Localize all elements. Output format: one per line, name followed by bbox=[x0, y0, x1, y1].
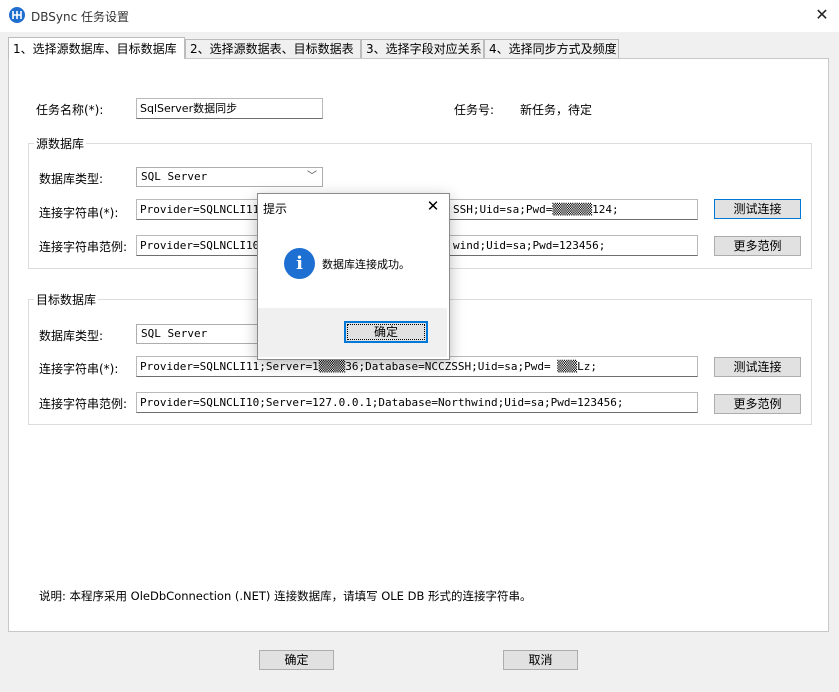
ok-button[interactable]: 确定 bbox=[259, 650, 334, 670]
source-example-text-right: wind;Uid=sa;Pwd=123456; bbox=[453, 239, 606, 252]
source-type-label: 数据库类型: bbox=[39, 172, 104, 186]
app-logo-icon bbox=[9, 7, 25, 23]
target-example-label: 连接字符串范例: bbox=[39, 397, 128, 411]
help-note: 说明: 本程序采用 OleDbConnection (.NET) 连接数据库，请… bbox=[39, 589, 532, 603]
tab-field-mapping[interactable]: 3、选择字段对应关系 bbox=[361, 39, 484, 58]
title-bar: DBSync 任务设置 ✕ bbox=[0, 0, 839, 32]
window-title: DBSync 任务设置 bbox=[31, 10, 129, 24]
tab-select-databases[interactable]: 1、选择源数据库、目标数据库 bbox=[8, 37, 185, 59]
message-dialog: 提示 ✕ i 数据库连接成功。 确定 bbox=[257, 193, 450, 360]
dialog-close-icon[interactable]: ✕ bbox=[423, 196, 443, 216]
dialog-ok-button[interactable]: 确定 bbox=[344, 321, 428, 343]
target-type-value: SQL Server bbox=[141, 327, 208, 340]
window-close-icon[interactable]: ✕ bbox=[812, 5, 832, 25]
source-test-connection-button[interactable]: 测试连接 bbox=[714, 199, 801, 219]
chevron-down-icon: ﹀ bbox=[307, 171, 317, 182]
task-id-value: 新任务，待定 bbox=[520, 103, 593, 117]
source-more-examples-button[interactable]: 更多范例 bbox=[714, 236, 801, 256]
dialog-title: 提示 bbox=[263, 202, 288, 216]
target-type-label: 数据库类型: bbox=[39, 329, 104, 343]
tab-sync-mode[interactable]: 4、选择同步方式及频度 bbox=[484, 39, 619, 58]
target-db-group-title: 目标数据库 bbox=[34, 291, 99, 308]
target-test-connection-button[interactable]: 测试连接 bbox=[714, 357, 801, 377]
tab-select-tables[interactable]: 2、选择源数据表、目标数据表 bbox=[185, 39, 361, 58]
source-type-value: SQL Server bbox=[141, 170, 208, 183]
cancel-button[interactable]: 取消 bbox=[503, 650, 578, 670]
dialog-message: 数据库连接成功。 bbox=[322, 258, 410, 271]
source-example-text-left: Provider=SQLNCLI10;S bbox=[140, 239, 273, 252]
source-db-group-title: 源数据库 bbox=[34, 135, 87, 152]
task-name-label: 任务名称(*): bbox=[36, 103, 104, 117]
source-type-select[interactable]: SQL Server ﹀ bbox=[136, 167, 323, 187]
task-name-input[interactable]: SqlServer数据同步 bbox=[136, 98, 323, 119]
target-conn-label: 连接字符串(*): bbox=[39, 362, 119, 376]
source-conn-text-right: SSH;Uid=sa;Pwd=▒▒▒▒▒▒124; bbox=[453, 203, 619, 216]
dialog-ok-focus-rect bbox=[347, 324, 425, 340]
info-icon: i bbox=[284, 248, 315, 279]
source-example-label: 连接字符串范例: bbox=[39, 240, 128, 254]
target-example-input[interactable]: Provider=SQLNCLI10;Server=127.0.0.1;Data… bbox=[136, 392, 698, 413]
source-conn-label: 连接字符串(*): bbox=[39, 206, 119, 220]
source-conn-text-left: Provider=SQLNCLI11;S bbox=[140, 203, 273, 216]
task-id-label: 任务号: bbox=[454, 103, 495, 117]
target-more-examples-button[interactable]: 更多范例 bbox=[714, 394, 801, 414]
